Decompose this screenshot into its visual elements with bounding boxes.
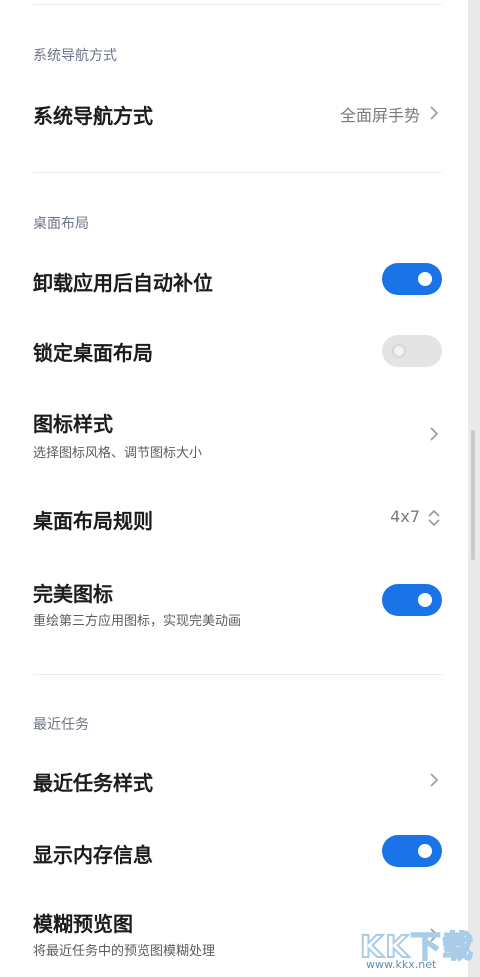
- up-down-arrows-icon: [428, 509, 440, 527]
- watermark: KK下载 www.kkx.net: [359, 922, 478, 974]
- auto-fill-row[interactable]: 卸载应用后自动补位: [0, 255, 468, 305]
- section-header-nav: 系统导航方式: [33, 48, 117, 64]
- section-divider: [33, 674, 442, 675]
- toggle-knob: [418, 272, 432, 286]
- nav-mode-title: 系统导航方式: [33, 104, 153, 128]
- toggle-knob: [418, 844, 432, 858]
- perfect-icons-toggle[interactable]: [382, 584, 442, 616]
- toggle-knob: [418, 593, 432, 607]
- memory-info-toggle[interactable]: [382, 835, 442, 867]
- layout-rule-value: 4x7: [390, 507, 420, 526]
- toggle-knob: [392, 344, 406, 358]
- memory-info-row[interactable]: 显示内存信息: [0, 827, 468, 877]
- nav-mode-row[interactable]: 系统导航方式 全面屏手势: [0, 88, 468, 138]
- icon-style-title: 图标样式: [33, 412, 113, 436]
- recent-style-row[interactable]: 最近任务样式: [0, 755, 468, 805]
- lock-layout-toggle[interactable]: [382, 335, 442, 367]
- auto-fill-title: 卸载应用后自动补位: [33, 271, 213, 295]
- lock-layout-title: 锁定桌面布局: [33, 341, 153, 365]
- memory-info-title: 显示内存信息: [33, 843, 153, 867]
- section-header-recent: 最近任务: [33, 717, 89, 733]
- top-divider: [33, 4, 442, 5]
- auto-fill-toggle[interactable]: [382, 263, 442, 295]
- scrollbar[interactable]: [471, 430, 475, 560]
- icon-style-row[interactable]: 图标样式 选择图标风格、调节图标大小: [0, 400, 468, 466]
- watermark-url: www.kkx.net: [366, 958, 437, 971]
- layout-rule-row[interactable]: 桌面布局规则 4x7: [0, 493, 468, 543]
- chevron-right-icon: [430, 106, 439, 120]
- blur-preview-title: 模糊预览图: [33, 912, 133, 936]
- section-header-layout: 桌面布局: [33, 216, 89, 232]
- chevron-right-icon: [430, 427, 439, 441]
- settings-panel: 系统导航方式 系统导航方式 全面屏手势 桌面布局 卸载应用后自动补位 锁定桌面布…: [0, 0, 468, 977]
- layout-rule-title: 桌面布局规则: [33, 509, 153, 533]
- nav-mode-value: 全面屏手势: [339, 106, 420, 125]
- perfect-icons-subtitle: 重绘第三方应用图标，实现完美动画: [33, 614, 242, 629]
- chevron-right-icon: [430, 773, 439, 787]
- section-divider: [33, 172, 442, 173]
- recent-style-title: 最近任务样式: [33, 771, 153, 795]
- perfect-icons-title: 完美图标: [33, 582, 113, 606]
- blur-preview-subtitle: 将最近任务中的预览图模糊处理: [33, 944, 216, 959]
- perfect-icons-row[interactable]: 完美图标 重绘第三方应用图标，实现完美动画: [0, 570, 468, 636]
- icon-style-subtitle: 选择图标风格、调节图标大小: [33, 446, 203, 461]
- lock-layout-row[interactable]: 锁定桌面布局: [0, 325, 468, 375]
